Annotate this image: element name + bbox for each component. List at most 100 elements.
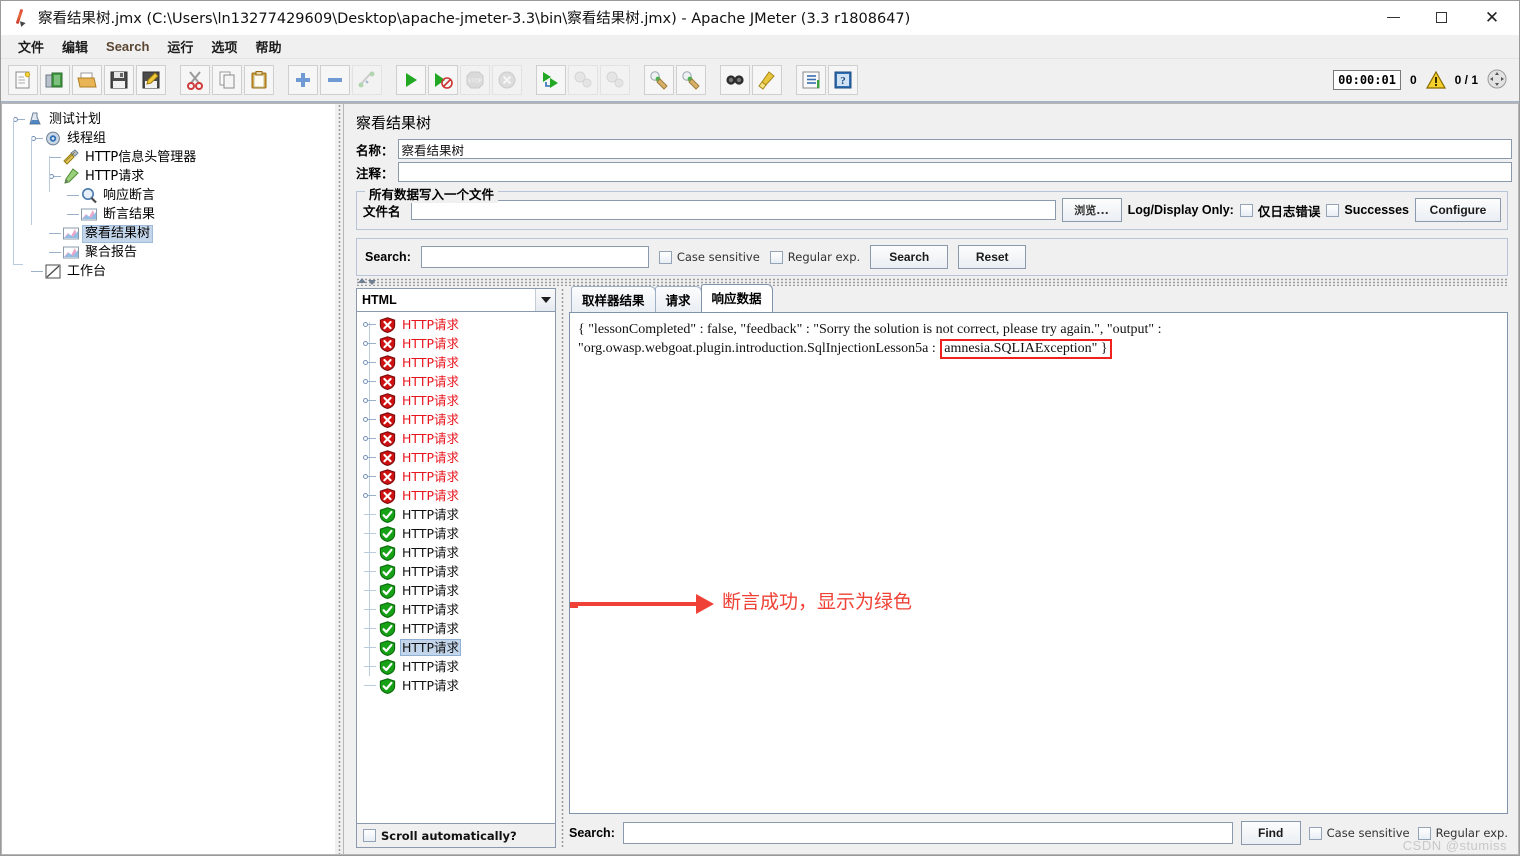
find-button[interactable]: Find (1240, 821, 1301, 845)
filename-input[interactable] (410, 200, 1056, 220)
remote-start-all-icon[interactable] (536, 65, 566, 95)
menu-file[interactable]: 文件 (9, 35, 53, 58)
copy-icon[interactable] (212, 65, 242, 95)
result-row[interactable]: HTTP请求 (357, 543, 555, 562)
result-row[interactable]: HTTP请求 (357, 562, 555, 581)
tree-node-aggregate-report[interactable]: 聚合报告 (8, 243, 335, 262)
result-row[interactable]: HTTP请求 (357, 638, 555, 657)
response-data-view[interactable]: { "lessonCompleted" : false, "feedback" … (569, 312, 1508, 814)
result-row[interactable]: HTTP请求 (357, 505, 555, 524)
function-helper-icon[interactable] (796, 65, 826, 95)
remote-shutdown-all-icon[interactable] (600, 65, 630, 95)
results-list[interactable]: HTTP请求 HTTP请求 HTTP请求 HTTP请求 HTTP请求 HTTP请求 HTTP… (356, 312, 556, 824)
expand-all-icon[interactable] (288, 65, 318, 95)
cut-icon[interactable] (180, 65, 210, 95)
name-input[interactable]: 察看结果树 (397, 139, 1512, 159)
checkbox-box[interactable] (1239, 203, 1253, 217)
test-plan-tree[interactable]: 测试计划 线程组 HTTP信息头管理器 HTTP请求 响应断言 断言结果 察看结… (1, 103, 335, 855)
result-row[interactable]: HTTP请求 (357, 676, 555, 695)
checkbox-box[interactable] (1326, 203, 1340, 217)
results-splitter[interactable] (558, 288, 567, 848)
bottom-case-sensitive-checkbox[interactable]: Case sensitive (1308, 826, 1410, 840)
checkbox-box[interactable] (1308, 826, 1322, 840)
result-row[interactable]: HTTP请求 (357, 524, 555, 543)
result-row[interactable]: HTTP请求 (357, 372, 555, 391)
tree-node-thread-group[interactable]: 线程组 (8, 129, 335, 148)
collapse-all-icon[interactable] (320, 65, 350, 95)
tab-sampler-result[interactable]: 取样器结果 (571, 286, 656, 313)
result-row[interactable]: HTTP请求 (357, 657, 555, 676)
bottom-search-input[interactable] (622, 822, 1233, 844)
clear-all-icon[interactable] (676, 65, 706, 95)
collapse-up-icon[interactable] (358, 278, 366, 283)
clear-icon[interactable] (644, 65, 674, 95)
search-regular-exp-checkbox[interactable]: Regular exp. (769, 250, 860, 264)
maximize-icon[interactable] (1417, 1, 1465, 35)
start-no-pauses-icon[interactable] (428, 65, 458, 95)
result-row[interactable]: HTTP请求 (357, 619, 555, 638)
expand-handle-icon[interactable] (12, 113, 26, 127)
scroll-automatically-checkbox[interactable]: Scroll automatically? (356, 824, 556, 848)
minimize-icon[interactable] (1369, 1, 1417, 35)
expand-handle-icon[interactable] (30, 132, 44, 146)
expand-handle-icon[interactable] (48, 170, 62, 184)
tree-node-response-assertion[interactable]: 响应断言 (8, 186, 335, 205)
paste-icon[interactable] (244, 65, 274, 95)
checkbox-box[interactable] (769, 250, 783, 264)
errors-only-checkbox[interactable]: 仅日志错误 (1239, 201, 1320, 220)
result-row[interactable]: HTTP请求 (357, 486, 555, 505)
search-button[interactable]: Search (870, 245, 949, 269)
search-icon[interactable] (720, 65, 750, 95)
close-icon[interactable]: ✕ (1465, 1, 1519, 35)
checkbox-box[interactable] (658, 250, 672, 264)
tree-node-http-request[interactable]: HTTP请求 (8, 167, 335, 186)
warning-triangle-icon[interactable] (1425, 70, 1446, 89)
menu-help[interactable]: 帮助 (246, 35, 290, 58)
result-row[interactable]: HTTP请求 (357, 429, 555, 448)
menu-options[interactable]: 选项 (202, 35, 246, 58)
menu-edit[interactable]: 编辑 (53, 35, 97, 58)
search-reset-icon[interactable] (752, 65, 782, 95)
save-as-icon[interactable] (136, 65, 166, 95)
tree-node-workbench[interactable]: 工作台 (8, 262, 335, 281)
browse-button[interactable]: 浏览... (1061, 198, 1122, 222)
result-row[interactable]: HTTP请求 (357, 467, 555, 486)
chevron-down-icon[interactable] (535, 289, 555, 311)
open-icon[interactable] (72, 65, 102, 95)
help-icon[interactable]: ? (828, 65, 858, 95)
stop-icon[interactable]: STOP (460, 65, 490, 95)
tab-response-data[interactable]: 响应数据 (700, 284, 773, 312)
tree-node-assertion-results[interactable]: 断言结果 (8, 205, 335, 224)
search-case-sensitive-checkbox[interactable]: Case sensitive (658, 250, 760, 264)
templates-icon[interactable] (40, 65, 70, 95)
tree-node-test-plan[interactable]: 测试计划 (8, 110, 335, 129)
tree-node-view-results-tree[interactable]: 察看结果树 (8, 224, 335, 243)
reset-button[interactable]: Reset (958, 245, 1027, 269)
successes-checkbox[interactable]: Successes (1326, 203, 1409, 217)
tab-request[interactable]: 请求 (654, 286, 702, 313)
renderer-combobox[interactable]: HTML (356, 288, 556, 312)
checkbox-box[interactable] (363, 829, 376, 842)
result-row[interactable]: HTTP请求 (357, 410, 555, 429)
result-row[interactable]: HTTP请求 (357, 448, 555, 467)
configure-button[interactable]: Configure (1415, 198, 1501, 222)
result-row[interactable]: HTTP请求 (357, 391, 555, 410)
toggle-icon[interactable] (352, 65, 382, 95)
expand-controls-icon[interactable] (1487, 69, 1507, 92)
result-row[interactable]: HTTP请求 (357, 581, 555, 600)
search-input[interactable] (420, 246, 649, 268)
comment-input[interactable] (397, 162, 1512, 182)
menu-run[interactable]: 运行 (158, 35, 202, 58)
result-row[interactable]: HTTP请求 (357, 600, 555, 619)
new-icon[interactable] (8, 65, 38, 95)
start-icon[interactable] (396, 65, 426, 95)
collapse-down-icon[interactable] (368, 280, 376, 285)
menu-search[interactable]: Search (97, 37, 158, 56)
splitter-arrows[interactable] (358, 278, 376, 285)
result-row[interactable]: HTTP请求 (357, 315, 555, 334)
horizontal-splitter[interactable] (356, 278, 1508, 286)
shutdown-icon[interactable] (492, 65, 522, 95)
result-row[interactable]: HTTP请求 (357, 353, 555, 372)
vertical-splitter[interactable] (335, 103, 343, 855)
remote-stop-all-icon[interactable] (568, 65, 598, 95)
